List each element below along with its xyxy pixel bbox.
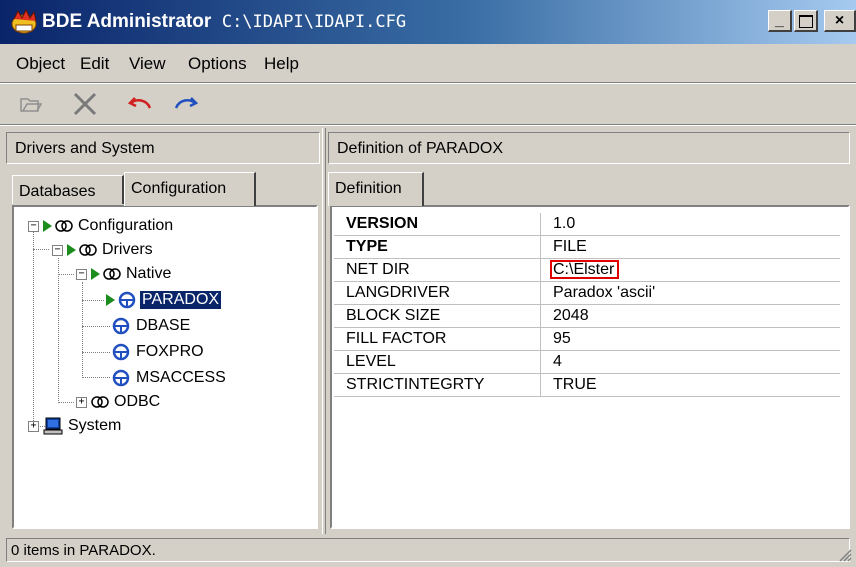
tree-label: ODBC	[114, 393, 161, 410]
driver-icon	[118, 291, 136, 309]
param-name: STRICTINTEGRTY	[334, 373, 541, 397]
collapse-icon[interactable]: −	[76, 268, 87, 280]
param-value[interactable]: FILE	[540, 235, 840, 259]
menu-object[interactable]: Object	[16, 54, 65, 74]
open-icon[interactable]	[16, 90, 46, 118]
tree-node-odbc[interactable]: + ODBC	[76, 390, 160, 414]
undo-icon[interactable]	[126, 90, 156, 118]
tree-label: FOXPRO	[136, 343, 204, 360]
menu-view[interactable]: View	[129, 54, 166, 74]
definition-table: VERSION 1.0 TYPE FILE NET DIR C:\Elster …	[334, 213, 840, 397]
menu-help[interactable]: Help	[264, 54, 299, 74]
param-name: TYPE	[334, 235, 541, 259]
resize-grip-icon[interactable]	[836, 546, 852, 562]
tree-label: DBASE	[136, 317, 191, 334]
driver-icon	[112, 369, 130, 387]
window-title: BDE Administrator C:\IDAPI\IDAPI.CFG	[42, 11, 406, 33]
green-arrow-icon	[67, 244, 76, 256]
tree-node-drivers[interactable]: − Drivers	[52, 238, 153, 262]
bde-app-icon	[10, 8, 38, 35]
tree-node-native[interactable]: − Native	[76, 262, 171, 286]
tree-connector	[58, 258, 59, 403]
table-row[interactable]: STRICTINTEGRTY TRUE	[334, 373, 840, 397]
collapse-icon[interactable]: −	[52, 244, 63, 256]
param-value[interactable]: 2048	[540, 304, 840, 328]
param-value[interactable]: TRUE	[540, 373, 840, 397]
table-row[interactable]: LANGDRIVER Paradox 'ascii'	[334, 281, 840, 305]
tree-label: MSACCESS	[136, 369, 226, 386]
tree-node-paradox[interactable]: PARADOX	[106, 288, 222, 312]
tree-label: System	[68, 417, 122, 434]
tree-connector	[82, 300, 104, 301]
computer-icon	[43, 417, 63, 435]
tab-definition[interactable]: Definition	[328, 172, 424, 206]
table-row[interactable]: NET DIR C:\Elster	[334, 258, 840, 282]
drivers-node-icon	[79, 244, 97, 256]
config-node-icon	[55, 220, 73, 232]
tree-connector	[58, 402, 74, 403]
menu-options[interactable]: Options	[188, 54, 247, 74]
title-file-path: C:\IDAPI\IDAPI.CFG	[221, 12, 407, 32]
param-value[interactable]: 4	[540, 350, 840, 374]
pane-splitter[interactable]	[322, 128, 326, 534]
tree-label: Configuration	[78, 217, 174, 234]
tree-connector	[82, 377, 110, 378]
tree-node-foxpro[interactable]: FOXPRO	[112, 340, 204, 364]
param-name: NET DIR	[334, 258, 541, 282]
odbc-node-icon	[91, 396, 109, 408]
redo-icon[interactable]	[170, 90, 200, 118]
param-name: VERSION	[334, 213, 541, 236]
tree-label: Native	[126, 265, 172, 282]
right-pane-header: Definition of PARADOX	[328, 132, 850, 164]
tree-connector	[82, 352, 110, 353]
tab-configuration[interactable]: Configuration	[124, 172, 256, 206]
expand-icon[interactable]: +	[28, 420, 39, 432]
status-bar: 0 items in PARADOX.	[6, 538, 850, 562]
maximize-button[interactable]	[794, 10, 818, 32]
param-name: BLOCK SIZE	[334, 304, 541, 328]
param-name: LANGDRIVER	[334, 281, 541, 305]
menu-edit[interactable]: Edit	[80, 54, 109, 74]
tree-node-configuration[interactable]: − Configuration	[28, 214, 173, 238]
table-row[interactable]: TYPE FILE	[334, 235, 840, 259]
green-arrow-icon	[43, 220, 52, 232]
status-text: 0 items in PARADOX.	[11, 542, 156, 559]
tree-node-dbase[interactable]: DBASE	[112, 314, 190, 338]
green-arrow-icon	[91, 268, 100, 280]
table-row[interactable]: LEVEL 4	[334, 350, 840, 374]
table-row[interactable]: VERSION 1.0	[334, 213, 840, 236]
param-value[interactable]: Paradox 'ascii'	[540, 281, 840, 305]
delete-icon[interactable]	[70, 90, 100, 118]
tree-label-selected: PARADOX	[140, 291, 222, 309]
left-pane-header: Drivers and System	[6, 132, 320, 164]
driver-icon	[112, 317, 130, 335]
tree-connector	[58, 274, 74, 275]
title-app-name: BDE Administrator	[42, 11, 212, 32]
tree-connector	[33, 249, 49, 250]
tree-label: Drivers	[102, 241, 153, 258]
table-row[interactable]: FILL FACTOR 95	[334, 327, 840, 351]
toolbar-separator	[0, 124, 856, 126]
table-row[interactable]: BLOCK SIZE 2048	[334, 304, 840, 328]
close-button[interactable]: ×	[824, 10, 856, 32]
param-value-highlighted[interactable]: C:\Elster	[549, 260, 620, 279]
tab-databases[interactable]: Databases	[12, 175, 124, 204]
param-value[interactable]: 95	[540, 327, 840, 351]
collapse-icon[interactable]: −	[28, 220, 39, 232]
expand-icon[interactable]: +	[76, 396, 87, 408]
native-node-icon	[103, 268, 121, 280]
menu-separator	[0, 82, 856, 84]
param-value[interactable]: 1.0	[540, 213, 840, 236]
tree-node-msaccess[interactable]: MSACCESS	[112, 366, 226, 390]
tree-node-system[interactable]: + System	[28, 414, 121, 438]
tree-connector	[82, 282, 83, 378]
minimize-button[interactable]: _	[768, 10, 792, 32]
tree-connector	[33, 232, 34, 427]
driver-icon	[112, 343, 130, 361]
green-arrow-icon	[106, 294, 115, 306]
param-name: LEVEL	[334, 350, 541, 374]
param-name: FILL FACTOR	[334, 327, 541, 351]
param-value-cell[interactable]: C:\Elster	[540, 258, 840, 282]
tree-connector	[82, 326, 110, 327]
